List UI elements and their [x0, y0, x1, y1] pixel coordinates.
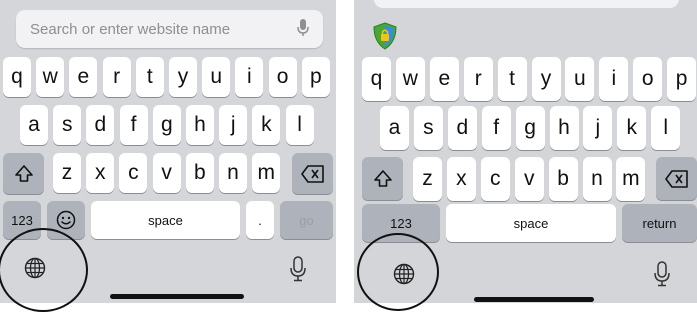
microphone-icon[interactable] [290, 256, 306, 282]
key-n[interactable]: n [219, 153, 247, 193]
delete-icon [300, 164, 325, 183]
search-input[interactable]: Search or enter website name [16, 10, 323, 48]
key-x[interactable]: x [86, 153, 115, 193]
key-y[interactable]: y [531, 57, 561, 101]
shift-key[interactable] [362, 157, 403, 200]
shift-icon [14, 164, 34, 184]
key-w[interactable]: w [395, 57, 425, 101]
key-q[interactable]: q [3, 57, 31, 97]
key-s[interactable]: s [413, 106, 443, 150]
key-a[interactable]: a [380, 106, 409, 150]
key-d[interactable]: d [86, 105, 115, 145]
microphone-icon[interactable] [654, 261, 670, 287]
key-u[interactable]: u [565, 57, 595, 101]
key-h[interactable]: h [186, 105, 214, 145]
key-a[interactable]: a [20, 105, 48, 145]
key-k[interactable]: k [617, 106, 647, 150]
shield-icon [372, 22, 398, 50]
space-key[interactable]: space [91, 201, 240, 239]
emoji-icon [56, 210, 76, 230]
key-r[interactable]: r [463, 57, 493, 101]
key-i[interactable]: i [599, 57, 629, 101]
key-w[interactable]: w [36, 57, 65, 97]
key-f[interactable]: f [481, 106, 511, 150]
key-p[interactable]: p [667, 57, 697, 101]
key-l[interactable]: l [285, 105, 314, 145]
shift-icon [373, 169, 393, 189]
key-f[interactable]: f [119, 105, 148, 145]
go-key[interactable]: go [280, 201, 333, 239]
key-s[interactable]: s [53, 105, 82, 145]
key-m[interactable]: m [616, 157, 646, 201]
key-v[interactable]: v [514, 157, 544, 201]
key-j[interactable]: j [583, 106, 613, 150]
key-y[interactable]: y [169, 57, 197, 97]
microphone-icon[interactable] [297, 19, 309, 37]
key-h[interactable]: h [549, 106, 579, 150]
key-r[interactable]: r [102, 57, 131, 97]
key-v[interactable]: v [152, 153, 181, 193]
key-i[interactable]: i [235, 57, 264, 97]
key-p[interactable]: p [301, 57, 330, 97]
key-u[interactable]: u [202, 57, 231, 97]
highlight-circle [357, 233, 439, 311]
key-c[interactable]: c [480, 157, 510, 201]
key-j[interactable]: j [219, 105, 248, 145]
key-q[interactable]: q [362, 57, 391, 101]
shift-key[interactable] [3, 153, 44, 194]
delete-key[interactable] [292, 153, 333, 194]
key-g[interactable]: g [515, 106, 545, 150]
key-e[interactable]: e [69, 57, 98, 97]
key-c[interactable]: c [119, 153, 148, 193]
key-t[interactable]: t [135, 57, 164, 97]
space-key[interactable]: space [446, 204, 616, 242]
key-m[interactable]: m [252, 153, 281, 193]
key-g[interactable]: g [152, 105, 181, 145]
key-d[interactable]: d [447, 106, 477, 150]
key-z[interactable]: z [53, 153, 81, 193]
key-k[interactable]: k [252, 105, 281, 145]
period-key[interactable]: . [246, 201, 274, 239]
key-z[interactable]: z [413, 157, 442, 201]
address-bar[interactable] [374, 0, 679, 8]
key-b[interactable]: b [185, 153, 214, 193]
highlight-circle [0, 228, 88, 312]
key-o[interactable]: o [268, 57, 297, 97]
home-indicator [474, 297, 594, 302]
key-x[interactable]: x [446, 157, 476, 201]
key-e[interactable]: e [429, 57, 459, 101]
return-key[interactable]: return [622, 204, 697, 242]
delete-key[interactable] [656, 157, 697, 200]
delete-icon [664, 169, 689, 188]
key-t[interactable]: t [497, 57, 527, 101]
key-b[interactable]: b [548, 157, 578, 201]
key-o[interactable]: o [633, 57, 663, 101]
home-indicator [110, 294, 244, 299]
key-l[interactable]: l [651, 106, 681, 150]
search-placeholder: Search or enter website name [30, 21, 231, 38]
key-n[interactable]: n [582, 157, 612, 201]
